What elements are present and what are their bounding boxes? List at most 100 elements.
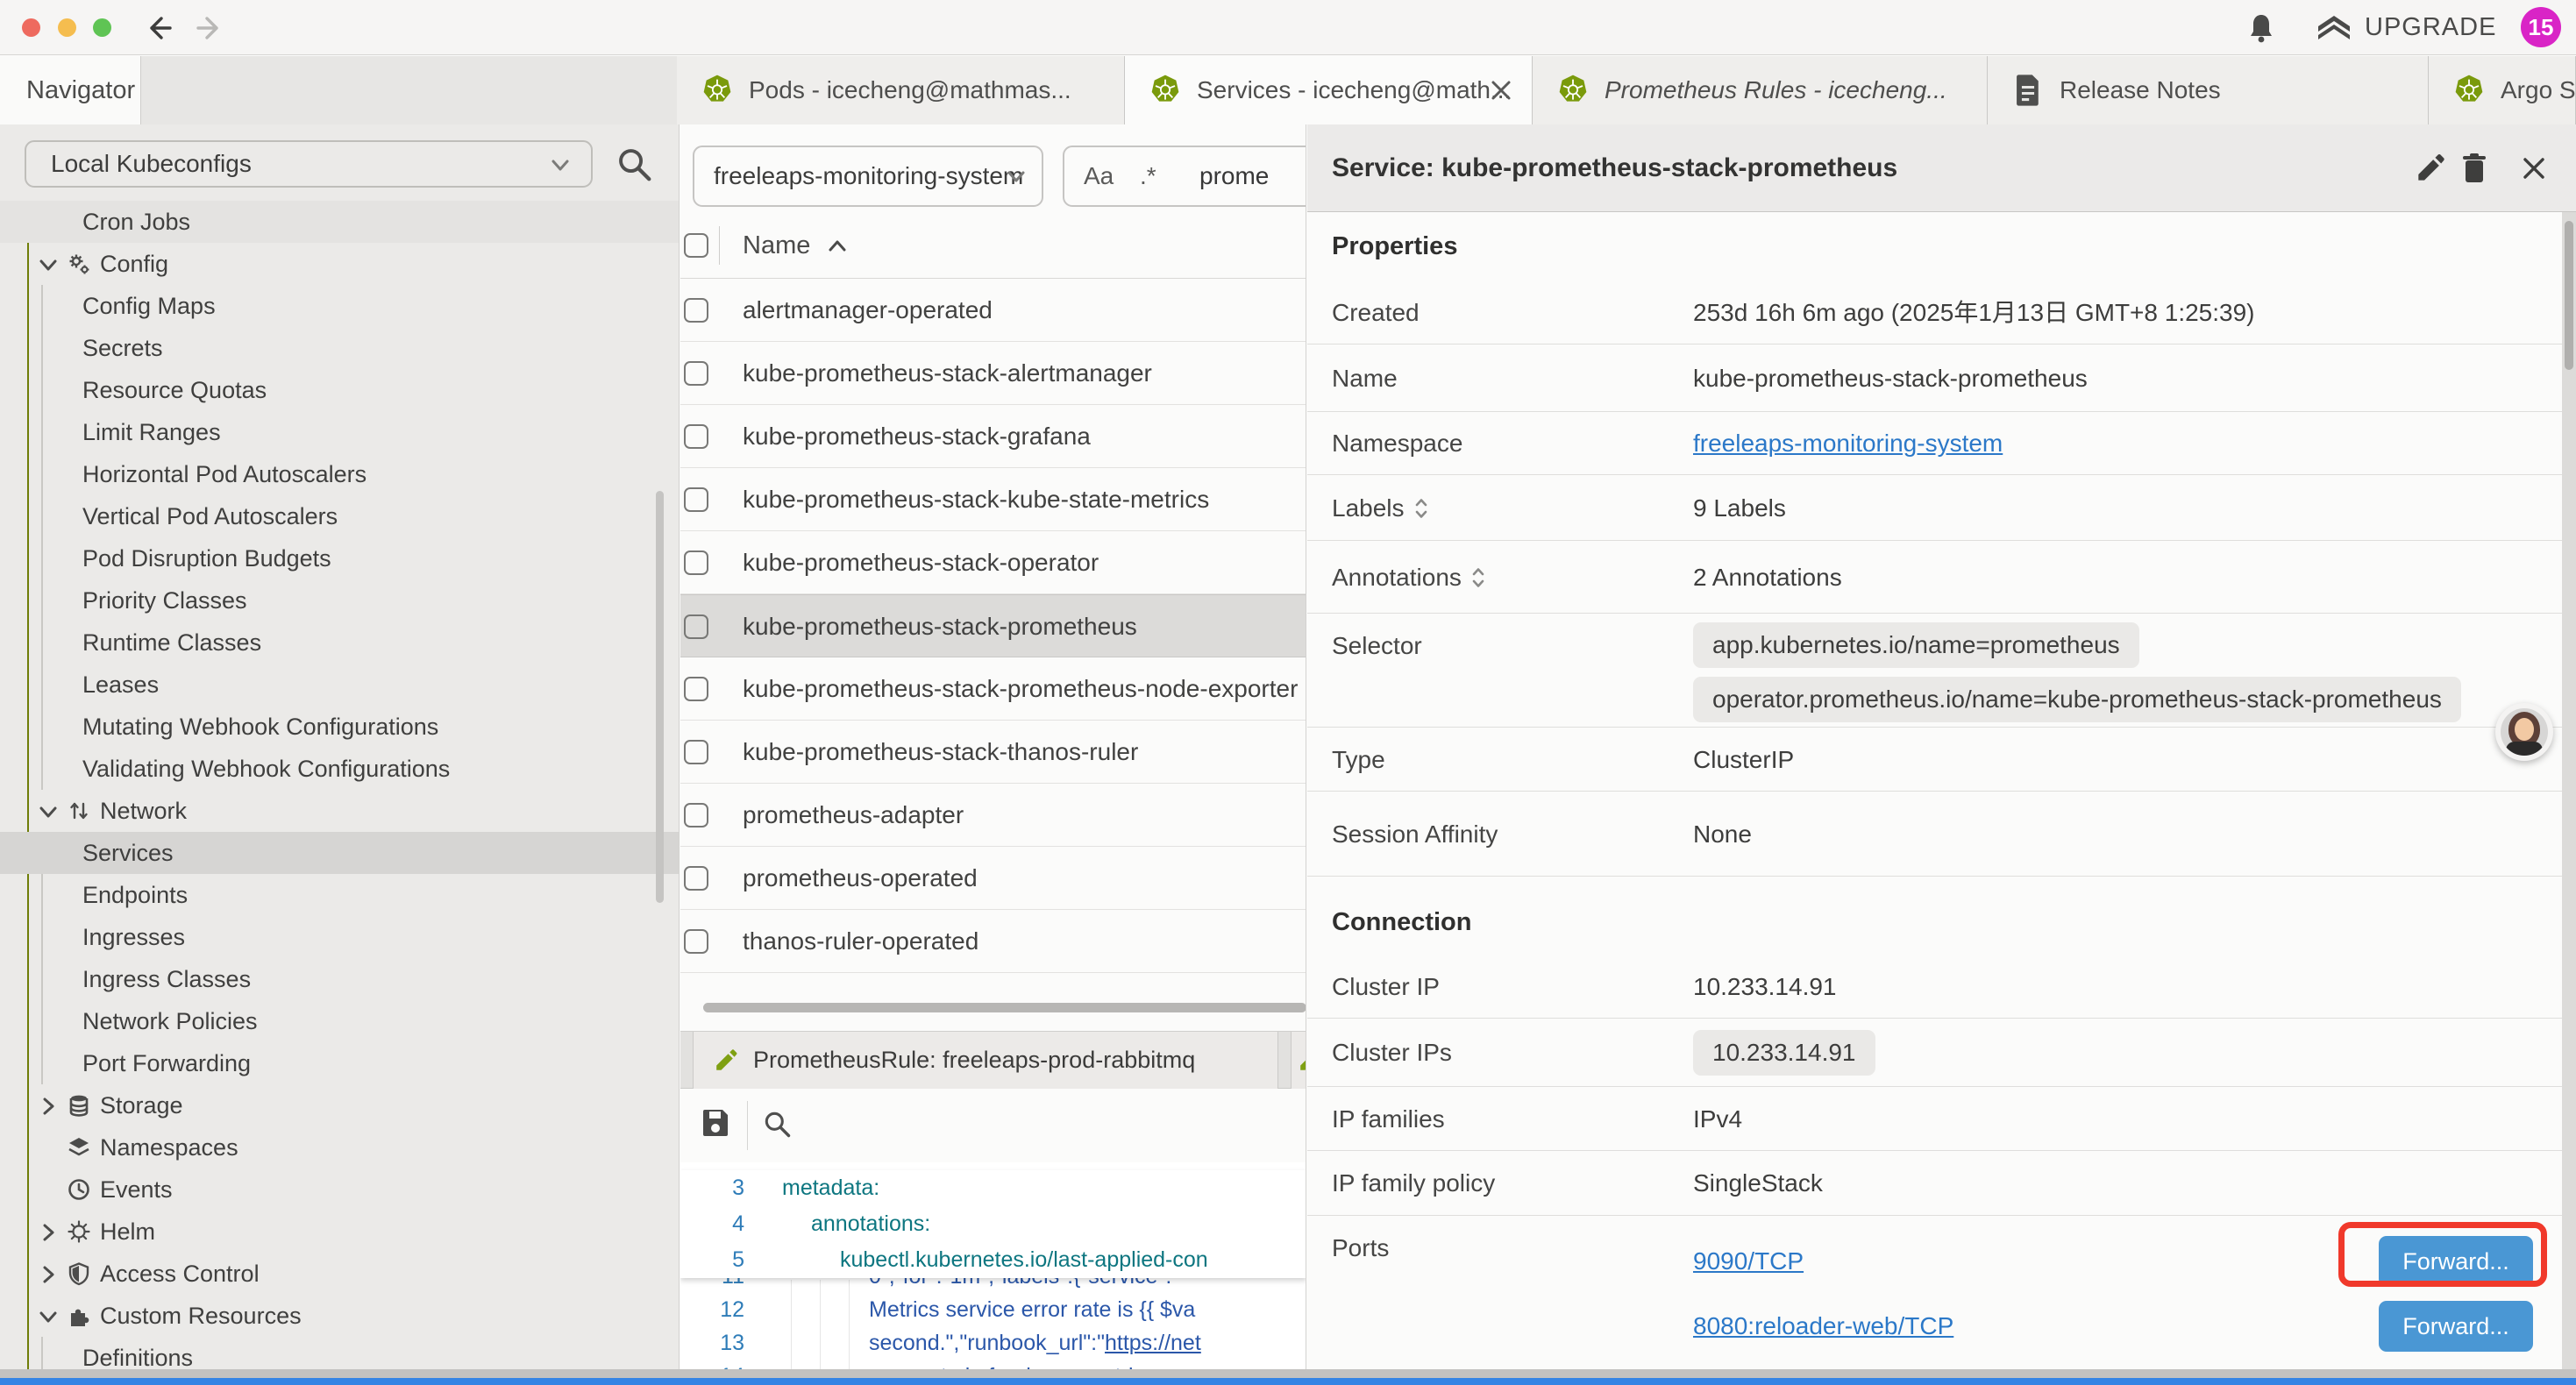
sidebar-item-custom-resources[interactable]: Custom Resources: [0, 1295, 679, 1337]
row-checkbox[interactable]: [684, 424, 708, 449]
save-icon[interactable]: [700, 1106, 731, 1140]
table-row-alertmanager-operated[interactable]: alertmanager-operated: [680, 279, 1306, 342]
sidebar-item-resource-quotas[interactable]: Resource Quotas: [0, 369, 679, 411]
name-column-header[interactable]: Name: [743, 212, 810, 279]
row-checkbox[interactable]: [684, 487, 708, 512]
bell-icon[interactable]: [2246, 12, 2276, 44]
window-minimize-button[interactable]: [58, 18, 76, 37]
table-row-kube-prometheus-stack-grafana[interactable]: kube-prometheus-stack-grafana: [680, 405, 1306, 468]
sidebar-item-horizontal-pod-autoscalers[interactable]: Horizontal Pod Autoscalers: [0, 453, 679, 495]
row-checkbox[interactable]: [684, 550, 708, 575]
editor-tab-prometheusrule[interactable]: PrometheusRule: freeleaps-prod-rabbitmq: [693, 1032, 1278, 1089]
table-row-kube-prometheus-stack-prometheus[interactable]: kube-prometheus-stack-prometheus: [680, 594, 1306, 657]
detail-scrollbar-thumb[interactable]: [2565, 221, 2573, 370]
sidebar-item-runtime-classes[interactable]: Runtime Classes: [0, 621, 679, 664]
sidebar-item-mutating-webhook-configurations[interactable]: Mutating Webhook Configurations: [0, 706, 679, 748]
chevron-right-icon[interactable]: [37, 1221, 58, 1242]
row-checkbox[interactable]: [684, 929, 708, 954]
row-checkbox[interactable]: [684, 677, 708, 701]
sidebar-search-icon[interactable]: [614, 144, 654, 184]
table-row-kube-prometheus-stack-operator[interactable]: kube-prometheus-stack-operator: [680, 531, 1306, 594]
namespace-filter-dropdown[interactable]: freeleaps-monitoring-system: [693, 146, 1043, 207]
sidebar-item-secrets[interactable]: Secrets: [0, 327, 679, 369]
table-row-thanos-ruler-operated[interactable]: thanos-ruler-operated: [680, 910, 1306, 973]
notification-badge[interactable]: 15: [2521, 7, 2561, 47]
detail-scrollbar-track[interactable]: [2562, 212, 2576, 1369]
tab-argo-se[interactable]: Argo Se: [2429, 56, 2576, 124]
sidebar-item-validating-webhook-configurations[interactable]: Validating Webhook Configurations: [0, 748, 679, 790]
row-checkbox[interactable]: [684, 298, 708, 323]
sidebar-item-leases[interactable]: Leases: [0, 664, 679, 706]
sidebar-item-pod-disruption-budgets[interactable]: Pod Disruption Budgets: [0, 537, 679, 579]
sidebar-item-network-policies[interactable]: Network Policies: [0, 1000, 679, 1042]
sidebar-item-vertical-pod-autoscalers[interactable]: Vertical Pod Autoscalers: [0, 495, 679, 537]
row-checkbox[interactable]: [684, 803, 708, 827]
sidebar-item-limit-ranges[interactable]: Limit Ranges: [0, 411, 679, 453]
table-row-kube-prometheus-stack-alertmanager[interactable]: kube-prometheus-stack-alertmanager: [680, 342, 1306, 405]
back-arrow-icon[interactable]: [142, 12, 174, 44]
sidebar-item-endpoints[interactable]: Endpoints: [0, 874, 679, 916]
sidebar-item-namespaces[interactable]: Namespaces: [0, 1126, 679, 1168]
sidebar-item-services[interactable]: Services: [0, 832, 679, 874]
chevron-down-icon[interactable]: [37, 253, 58, 274]
editor-tab-partial[interactable]: [1291, 1032, 1306, 1089]
assistant-avatar[interactable]: [2495, 703, 2553, 761]
close-icon[interactable]: [1486, 75, 1516, 105]
sidebar-item-events[interactable]: Events: [0, 1168, 679, 1211]
forward-button-8080-reloader-web-tcp[interactable]: Forward...: [2379, 1301, 2533, 1352]
sidebar-scrollbar[interactable]: [656, 491, 664, 903]
sidebar-item-port-forwarding[interactable]: Port Forwarding: [0, 1042, 679, 1084]
sidebar-item-helm[interactable]: Helm: [0, 1211, 679, 1253]
sidebar-item-ingress-classes[interactable]: Ingress Classes: [0, 958, 679, 1000]
sidebar-item-config[interactable]: Config: [0, 243, 679, 285]
namespace-link[interactable]: freeleaps-monitoring-system: [1693, 430, 2003, 457]
table-row-prometheus-adapter[interactable]: prometheus-adapter: [680, 784, 1306, 847]
yaml-editor[interactable]: 110","for":"1m","labels":{"service":"12M…: [680, 1162, 1306, 1369]
upgrade-label[interactable]: UPGRADE: [2365, 0, 2496, 55]
tab-navigator[interactable]: Navigator: [0, 56, 141, 124]
list-horizontal-scrollbar[interactable]: [703, 1003, 1306, 1012]
sidebar-item-ingresses[interactable]: Ingresses: [0, 916, 679, 958]
port-link-9090-tcp[interactable]: 9090/TCP: [1693, 1247, 1804, 1275]
tab-release-notes[interactable]: Release Notes: [1988, 56, 2429, 124]
sidebar-item-storage[interactable]: Storage: [0, 1084, 679, 1126]
expand-sort-icon[interactable]: [1470, 565, 1486, 590]
chevron-down-icon[interactable]: [37, 1305, 58, 1326]
sidebar-item-cron-jobs[interactable]: Cron Jobs: [0, 201, 679, 243]
upgrade-icon[interactable]: [2315, 11, 2353, 46]
forward-button-9090-tcp[interactable]: Forward...: [2379, 1236, 2533, 1287]
edit-pencil-icon[interactable]: [2414, 152, 2447, 185]
chevron-right-icon[interactable]: [37, 1263, 58, 1284]
kubeconfig-selector[interactable]: Local Kubeconfigs: [25, 140, 593, 188]
sidebar-item-priority-classes[interactable]: Priority Classes: [0, 579, 679, 621]
tab-pods-icecheng-mathmas[interactable]: Pods - icecheng@mathmas...: [677, 56, 1125, 124]
row-checkbox[interactable]: [684, 361, 708, 386]
sidebar-item-definitions[interactable]: Definitions: [0, 1337, 679, 1369]
table-row-kube-prometheus-stack-prometheus-node-exporter[interactable]: kube-prometheus-stack-prometheus-node-ex…: [680, 657, 1306, 721]
tab-services-icecheng-math[interactable]: Services - icecheng@math...: [1125, 56, 1533, 124]
list-search-input[interactable]: Aa .* prome: [1063, 146, 1306, 207]
port-link-8080-reloader-web-tcp[interactable]: 8080:reloader-web/TCP: [1693, 1312, 1953, 1339]
row-checkbox[interactable]: [684, 740, 708, 764]
table-row-prometheus-operated[interactable]: prometheus-operated: [680, 847, 1306, 910]
window-maximize-button[interactable]: [93, 18, 111, 37]
delete-trash-icon[interactable]: [2458, 152, 2491, 185]
sort-ascending-icon[interactable]: [826, 235, 849, 258]
table-row-kube-prometheus-stack-kube-state-metrics[interactable]: kube-prometheus-stack-kube-state-metrics: [680, 468, 1306, 531]
expand-sort-icon[interactable]: [1413, 496, 1429, 521]
row-checkbox[interactable]: [684, 866, 708, 891]
table-row-kube-prometheus-stack-thanos-ruler[interactable]: kube-prometheus-stack-thanos-ruler: [680, 721, 1306, 784]
row-checkbox[interactable]: [684, 614, 708, 639]
close-icon[interactable]: [2517, 152, 2551, 185]
window-close-button[interactable]: [22, 18, 40, 37]
sidebar-item-network[interactable]: Network: [0, 790, 679, 832]
chevron-right-icon[interactable]: [37, 1095, 58, 1116]
match-case-toggle[interactable]: Aa: [1084, 147, 1114, 205]
chevron-down-icon[interactable]: [37, 800, 58, 821]
editor-search-icon[interactable]: [761, 1108, 793, 1140]
sidebar-item-config-maps[interactable]: Config Maps: [0, 285, 679, 327]
tab-prometheus-rules-icecheng[interactable]: Prometheus Rules - icecheng...: [1533, 56, 1988, 124]
regex-toggle[interactable]: .*: [1140, 147, 1156, 205]
sidebar-item-access-control[interactable]: Access Control: [0, 1253, 679, 1295]
forward-arrow-icon[interactable]: [195, 12, 226, 44]
